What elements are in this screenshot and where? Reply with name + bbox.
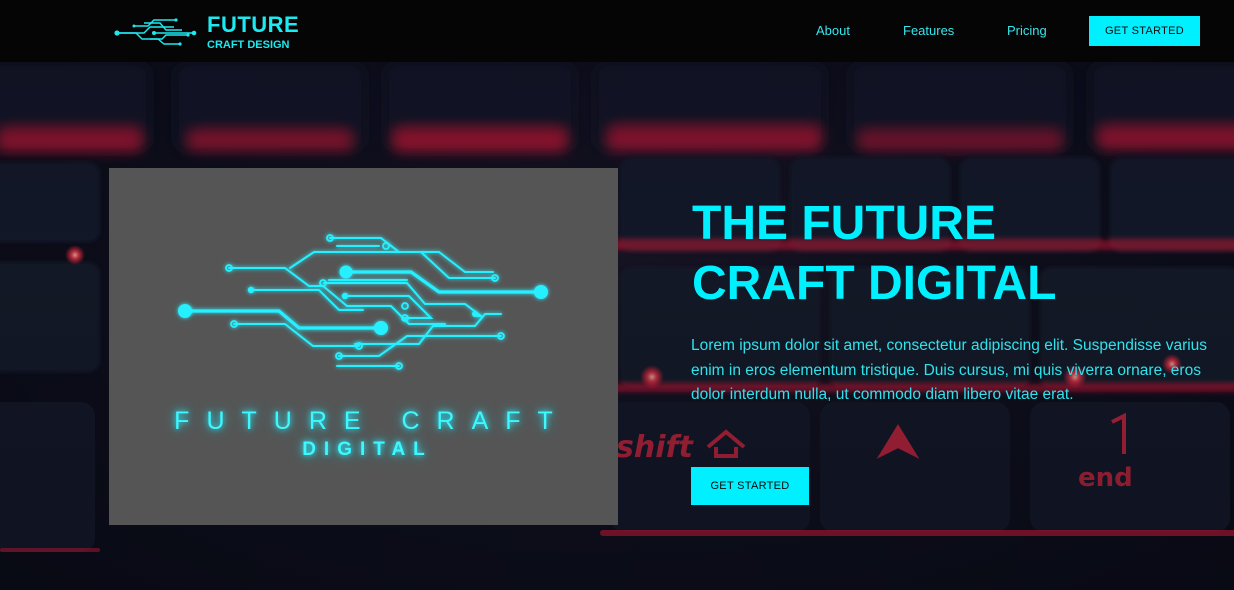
circuit-icon [114,18,197,46]
brand-subtitle: CRAFT DESIGN [207,39,290,51]
hero-headline: THE FUTURE CRAFT DIGITAL [692,194,1212,314]
hero-body-text: Lorem ipsum dolor sit amet, consectetur … [691,337,1208,403]
get-started-hero-button[interactable]: GET STARTED [691,467,809,505]
brand-title: FUTURE [207,12,300,37]
get-started-nav-button[interactable]: GET STARTED [1089,16,1200,46]
graphic-title-line1: FUTURE CRAFT [174,407,570,435]
nav-link-about[interactable]: About [816,23,850,39]
graphic-title-line2: DIGITAL [302,439,433,460]
site-header: FUTURE CRAFT DESIGN About Features Prici… [0,0,1234,62]
brand-logo[interactable]: FUTURE CRAFT DESIGN [114,12,314,54]
hero-headline-line2: CRAFT DIGITAL [692,257,1057,310]
hero-headline-line1: THE FUTURE [692,197,996,250]
circuit-icon [178,234,548,370]
nav-link-pricing[interactable]: Pricing [1007,23,1047,39]
brand-graphic-card: FUTURE CRAFT DIGITAL [109,168,618,525]
nav-link-features[interactable]: Features [903,23,954,39]
